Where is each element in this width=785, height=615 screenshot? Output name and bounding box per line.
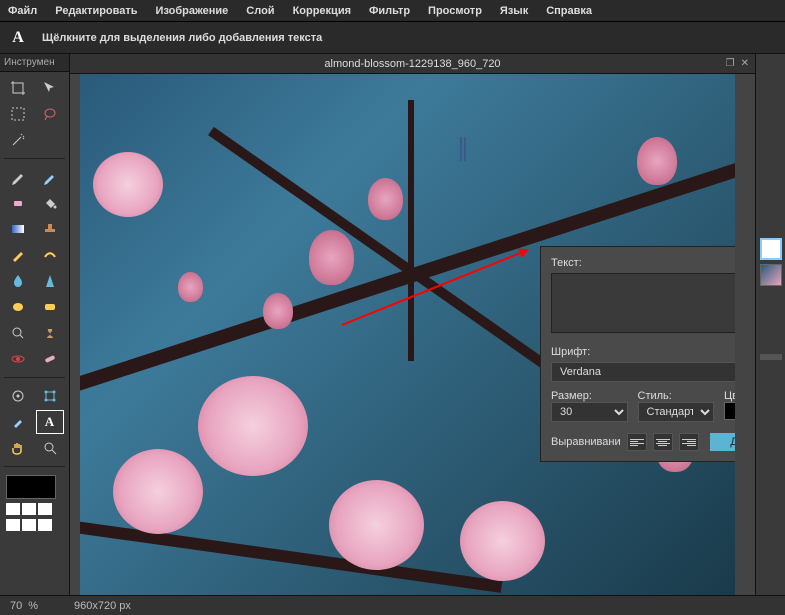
blur-tool-icon[interactable]	[4, 269, 32, 293]
sharpen-tool-icon[interactable]	[36, 269, 64, 293]
zoom-unit: %	[28, 600, 38, 612]
menu-filter[interactable]: Фильтр	[369, 5, 410, 17]
active-tool-icon: A	[8, 28, 28, 48]
style-select[interactable]: Стандартный	[638, 402, 715, 422]
menu-view[interactable]: Просмотр	[428, 5, 482, 17]
canvas-area: almond-blossom-1229138_960_720 ❐ ✕	[70, 54, 755, 595]
zoom-value: 70	[10, 600, 22, 612]
align-label: Выравнивани	[551, 436, 621, 448]
menu-edit[interactable]: Редактировать	[55, 5, 137, 17]
text-tool-icon[interactable]: A	[36, 410, 64, 434]
text-dialog: Текст: Шрифт: Verdana Размер: 30 Стиль: …	[540, 246, 735, 462]
menu-correction[interactable]: Коррекция	[293, 5, 351, 17]
eyedrop-tool-icon[interactable]	[4, 410, 32, 434]
color-label: Цвет:	[724, 390, 735, 402]
wand-tool-icon[interactable]	[4, 128, 32, 152]
align-right-button[interactable]	[679, 433, 699, 451]
dodge-tool-icon[interactable]	[4, 321, 32, 345]
tool-hint: Щёлкните для выделения либо добавления т…	[42, 32, 322, 44]
color-swatches[interactable]	[0, 469, 69, 537]
canvas-dimensions: 960x720 px	[74, 600, 131, 612]
size-select[interactable]: 30	[551, 402, 628, 422]
replace-tool-icon[interactable]	[4, 243, 32, 267]
align-center-button[interactable]	[653, 433, 673, 451]
move-tool-icon[interactable]	[36, 76, 64, 100]
text-input[interactable]	[551, 273, 735, 333]
marquee-tool-icon[interactable]	[4, 102, 32, 126]
layer-thumb-1[interactable]	[760, 238, 782, 260]
status-bar: 70 % 960x720 px	[0, 595, 785, 615]
style-label: Стиль:	[638, 390, 715, 402]
menu-layer[interactable]: Слой	[246, 5, 274, 17]
zoom-tool-icon[interactable]	[36, 436, 64, 460]
font-label: Шрифт:	[551, 346, 735, 358]
window-close-icon[interactable]: ✕	[741, 58, 749, 69]
text-label: Текст:	[551, 257, 735, 269]
crop-tool-icon[interactable]	[4, 76, 32, 100]
size-label: Размер:	[551, 390, 628, 402]
hand-tool-icon[interactable]	[4, 436, 32, 460]
color-picker[interactable]	[724, 402, 735, 420]
window-duplicate-icon[interactable]: ❐	[726, 58, 735, 69]
eraser-tool-icon[interactable]	[4, 191, 32, 215]
sponge-tool-icon[interactable]	[36, 295, 64, 319]
document-title: almond-blossom-1229138_960_720	[324, 58, 500, 70]
layer-thumb-2[interactable]	[760, 264, 782, 286]
transform-tool-icon[interactable]	[36, 384, 64, 408]
burn-tool-icon[interactable]	[36, 321, 64, 345]
document-tab: almond-blossom-1229138_960_720 ❐ ✕	[70, 54, 755, 74]
tool-options-bar: A Щёлкните для выделения либо добавления…	[0, 22, 785, 54]
menu-image[interactable]: Изображение	[156, 5, 229, 17]
menu-lang[interactable]: Язык	[500, 5, 528, 17]
pencil-tool-icon[interactable]	[4, 165, 32, 189]
ok-button[interactable]: Да	[710, 433, 735, 451]
smudge-tool-icon[interactable]	[4, 295, 32, 319]
text-cursor	[460, 137, 466, 161]
redeye-tool-icon[interactable]	[4, 347, 32, 371]
tool-panel-title: Инструмен	[0, 54, 69, 72]
foreground-color[interactable]	[6, 475, 56, 499]
gradient-tool-icon[interactable]	[4, 217, 32, 241]
tool-panel: Инструмен	[0, 54, 70, 595]
lasso-tool-icon[interactable]	[36, 102, 64, 126]
stamp-tool-icon[interactable]	[36, 217, 64, 241]
menu-bar: Файл Редактировать Изображение Слой Корр…	[0, 0, 785, 22]
font-select[interactable]: Verdana	[551, 362, 735, 382]
draw-tool-icon[interactable]	[36, 243, 64, 267]
panel-toggle-icon[interactable]	[760, 354, 782, 360]
right-panel	[755, 54, 785, 595]
align-left-button[interactable]	[627, 433, 647, 451]
heal-tool-icon[interactable]	[36, 347, 64, 371]
canvas[interactable]: Текст: Шрифт: Verdana Размер: 30 Стиль: …	[80, 74, 735, 595]
menu-file[interactable]: Файл	[8, 5, 37, 17]
menu-help[interactable]: Справка	[546, 5, 592, 17]
brush-tool-icon[interactable]	[36, 165, 64, 189]
spacer	[36, 128, 64, 152]
bucket-tool-icon[interactable]	[36, 191, 64, 215]
target-tool-icon[interactable]	[4, 384, 32, 408]
